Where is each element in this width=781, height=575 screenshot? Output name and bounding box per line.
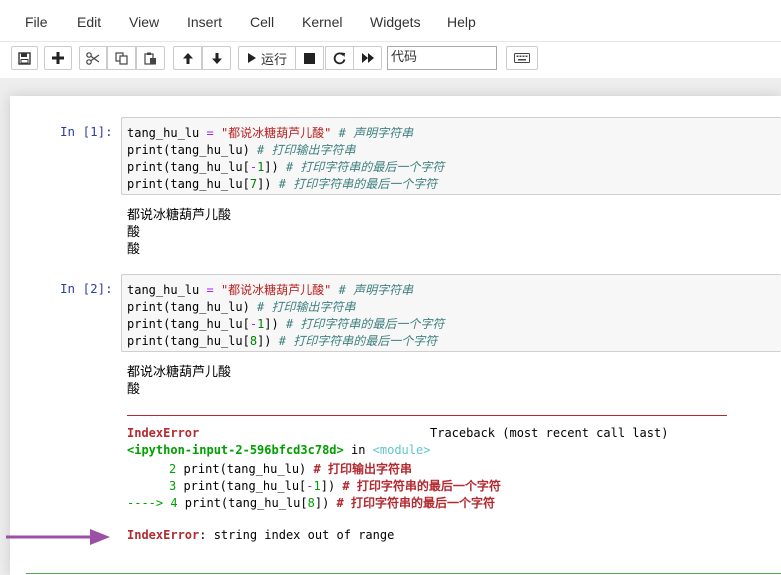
code-line: print(tang_hu_lu) # 打印输出字符串 xyxy=(127,143,356,157)
cell-2-input[interactable]: tang_hu_lu = "都说冰糖葫芦儿酸" # 声明字符串 print(ta… xyxy=(121,274,781,352)
traceback-frame-current: ----> 4 print(tang_hu_lu[8]) # 打印字符串的最后一… xyxy=(127,496,495,510)
menu-kernel[interactable]: Kernel xyxy=(302,14,342,30)
interrupt-button[interactable] xyxy=(295,46,324,70)
menu-view[interactable]: View xyxy=(129,14,159,30)
menu-file[interactable]: File xyxy=(25,14,48,30)
output-line: 都说冰糖葫芦儿酸 xyxy=(127,365,232,380)
toolbar: 运行 代码 xyxy=(0,42,781,78)
plus-icon xyxy=(52,52,64,64)
menu-widgets[interactable]: Widgets xyxy=(370,14,421,30)
restart-icon xyxy=(333,52,346,64)
run-all-button[interactable] xyxy=(353,46,382,70)
run-label: 运行 xyxy=(261,52,288,68)
next-cell-border xyxy=(26,573,781,574)
traceback-final-error: IndexError: string index out of range xyxy=(127,528,395,542)
insert-cell-button[interactable] xyxy=(44,46,72,70)
arrow-up-icon xyxy=(182,52,193,64)
scissors-icon xyxy=(86,51,100,65)
code-line: print(tang_hu_lu[7]) # 打印字符串的最后一个字符 xyxy=(127,177,438,191)
output-line: 酸 xyxy=(127,242,141,257)
cut-button[interactable] xyxy=(79,46,107,70)
cell-type-value: 代码 xyxy=(391,50,418,65)
cell-1-input[interactable]: tang_hu_lu = "都说冰糖葫芦儿酸" # 声明字符串 print(ta… xyxy=(121,117,781,195)
cell-2-prompt: In [2]: xyxy=(60,281,113,296)
cell-type-select[interactable]: 代码 xyxy=(387,46,497,70)
arrow-down-icon xyxy=(211,52,222,64)
traceback-divider xyxy=(127,415,727,416)
code-line: print(tang_hu_lu[-1]) # 打印字符串的最后一个字符 xyxy=(127,317,445,331)
move-up-button[interactable] xyxy=(173,46,202,70)
copy-button[interactable] xyxy=(107,46,136,70)
paste-icon xyxy=(144,52,156,65)
play-icon xyxy=(248,53,256,63)
code-line: print(tang_hu_lu[8]) # 打印字符串的最后一个字符 xyxy=(127,334,438,348)
command-palette-button[interactable] xyxy=(506,46,538,70)
stop-icon xyxy=(304,52,315,64)
code-line: tang_hu_lu = "都说冰糖葫芦儿酸" # 声明字符串 xyxy=(127,126,414,140)
menu-insert[interactable]: Insert xyxy=(187,14,222,30)
traceback-header: Traceback (most recent call last) xyxy=(430,426,669,440)
save-icon xyxy=(18,51,31,65)
menu-help[interactable]: Help xyxy=(447,14,476,30)
menu-edit[interactable]: Edit xyxy=(77,14,101,30)
fast-forward-icon xyxy=(361,53,374,63)
output-line: 都说冰糖葫芦儿酸 xyxy=(127,208,232,223)
menu-bar: File Edit View Insert Cell Kernel Widget… xyxy=(0,0,781,42)
cell-1-prompt: In [1]: xyxy=(60,124,113,139)
code-line: tang_hu_lu = "都说冰糖葫芦儿酸" # 声明字符串 xyxy=(127,283,414,297)
restart-button[interactable] xyxy=(325,46,354,70)
annotation-arrow-icon xyxy=(6,529,110,545)
run-button[interactable]: 运行 xyxy=(238,46,296,70)
save-button[interactable] xyxy=(11,46,38,70)
traceback-frame: 3 print(tang_hu_lu[-1]) # 打印字符串的最后一个字符 xyxy=(169,479,501,493)
move-down-button[interactable] xyxy=(202,46,231,70)
menu-cell[interactable]: Cell xyxy=(250,14,274,30)
traceback-location: <ipython-input-2-596bfcd3c78d> in <modul… xyxy=(127,443,431,457)
paste-button[interactable] xyxy=(136,46,165,70)
code-line: print(tang_hu_lu) # 打印输出字符串 xyxy=(127,300,356,314)
code-line: print(tang_hu_lu[-1]) # 打印字符串的最后一个字符 xyxy=(127,160,445,174)
traceback-error-name: IndexError xyxy=(127,426,200,440)
copy-icon xyxy=(115,51,128,65)
traceback-frame: 2 print(tang_hu_lu) # 打印输出字符串 xyxy=(169,462,412,476)
output-line: 酸 xyxy=(127,382,141,397)
keyboard-icon xyxy=(514,53,530,63)
